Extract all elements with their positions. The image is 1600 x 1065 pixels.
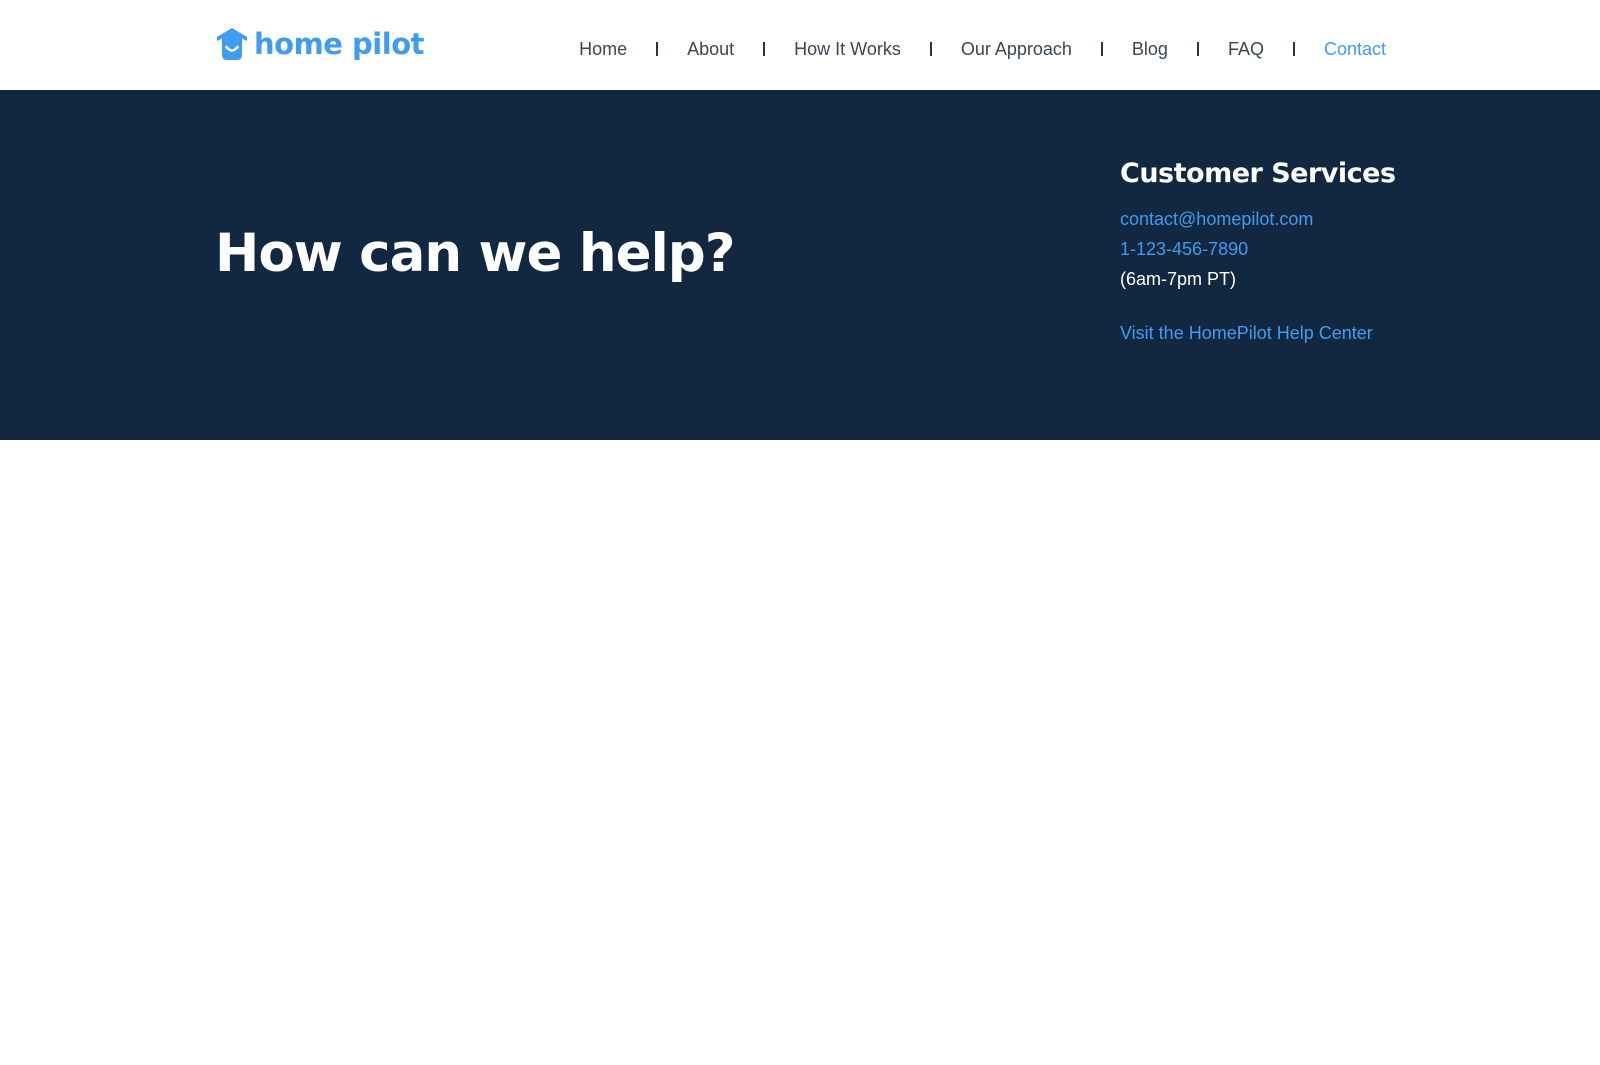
contact-phone-link[interactable]: 1-123-456-7890 bbox=[1120, 234, 1420, 264]
contact-email-link[interactable]: contact@homepilot.com bbox=[1120, 204, 1420, 234]
nav-our-approach[interactable]: Our Approach bbox=[961, 36, 1072, 62]
main-nav: Home About How It Works Our Approach Blo… bbox=[579, 36, 1386, 62]
nav-separator bbox=[1292, 42, 1295, 56]
nav-how-it-works[interactable]: How It Works bbox=[794, 36, 901, 62]
nav-separator bbox=[1196, 42, 1199, 56]
contact-hours: (6am-7pm PT) bbox=[1120, 269, 1237, 289]
nav-separator bbox=[656, 42, 659, 56]
house-smile-icon bbox=[217, 28, 247, 60]
customer-services-panel: Customer Services contact@homepilot.com … bbox=[1120, 156, 1420, 348]
page-content bbox=[0, 440, 1600, 1065]
help-center-link[interactable]: Visit the HomePilot Help Center bbox=[1120, 318, 1420, 348]
nav-separator bbox=[929, 42, 932, 56]
page-title: How can we help? bbox=[215, 223, 735, 284]
nav-separator bbox=[1100, 42, 1103, 56]
nav-separator bbox=[763, 42, 766, 56]
nav-home[interactable]: Home bbox=[579, 36, 627, 62]
nav-blog[interactable]: Blog bbox=[1132, 36, 1168, 62]
logo-text: home pilot bbox=[254, 27, 424, 61]
customer-services-heading: Customer Services bbox=[1120, 158, 1396, 189]
nav-about[interactable]: About bbox=[687, 36, 734, 62]
hero-banner: How can we help? Customer Services conta… bbox=[0, 90, 1600, 440]
home-pilot-logo[interactable]: home pilot bbox=[216, 24, 424, 64]
nav-contact[interactable]: Contact bbox=[1324, 36, 1386, 62]
site-header: home pilot Home About How It Works Our A… bbox=[0, 0, 1600, 90]
nav-faq[interactable]: FAQ bbox=[1228, 36, 1264, 62]
